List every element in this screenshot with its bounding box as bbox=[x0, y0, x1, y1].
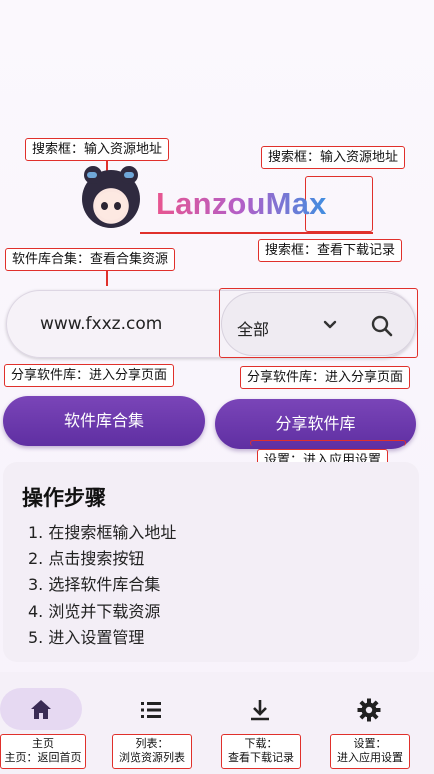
annotation-search-download-record: 搜索框：查看下载记录 bbox=[258, 239, 403, 262]
annotation-share-right: 分享软件库：进入分享页面 bbox=[240, 366, 411, 389]
home-icon[interactable] bbox=[28, 697, 54, 723]
nav-settings-desc: 进入应用设置 bbox=[337, 751, 403, 765]
nav-settings-title: 设置： bbox=[353, 737, 387, 750]
step-item: 3. 选择软件库合集 bbox=[28, 575, 161, 594]
step-item: 5. 进入设置管理 bbox=[28, 628, 145, 647]
collection-button[interactable]: 软件库合集 bbox=[3, 396, 205, 446]
nav-list-title: 列表： bbox=[135, 737, 169, 750]
download-icon[interactable] bbox=[247, 697, 273, 723]
nav-download-desc: 查看下载记录 bbox=[228, 751, 294, 765]
nav-home-desc: 主页：返回首页 bbox=[4, 751, 82, 765]
nav-list-desc: 浏览资源列表 bbox=[119, 751, 185, 765]
annotation-search-top-right: 搜索框：输入资源地址 bbox=[261, 146, 406, 169]
chevron-down-icon[interactable] bbox=[322, 317, 338, 333]
annotation-search-top-left: 搜索框：输入资源地址 bbox=[25, 138, 170, 161]
step-item: 2. 点击搜索按钮 bbox=[28, 549, 145, 568]
annotation-collection-view: 软件库合集：查看合集资源 bbox=[5, 248, 176, 271]
annotation-highlight-box bbox=[250, 440, 406, 446]
brand-title: LanzouMax bbox=[156, 186, 327, 221]
step-item: 1. 在搜索框输入地址 bbox=[28, 523, 177, 542]
gear-icon[interactable] bbox=[356, 697, 382, 723]
annotation-share-left: 分享软件库：进入分享页面 bbox=[4, 364, 175, 387]
nav-list-label[interactable]: 列表： 浏览资源列表 bbox=[112, 734, 192, 769]
nav-home-title: 主页 bbox=[32, 737, 54, 750]
annotation-connector bbox=[140, 232, 373, 234]
annotation-connector bbox=[106, 271, 108, 286]
nav-download-title: 下载： bbox=[244, 737, 278, 750]
nav-download-label[interactable]: 下载： 查看下载记录 bbox=[221, 734, 301, 769]
category-filter-value: 全部 bbox=[237, 320, 270, 339]
mascot-logo bbox=[82, 166, 140, 228]
search-input-value: www.fxxz.com bbox=[40, 314, 163, 334]
steps-title: 操作步骤 bbox=[22, 486, 106, 510]
step-item: 4. 浏览并下载资源 bbox=[28, 602, 161, 621]
list-icon[interactable] bbox=[138, 697, 164, 723]
nav-settings-label[interactable]: 设置： 进入应用设置 bbox=[330, 734, 410, 769]
nav-home-label[interactable]: 主页 主页：返回首页 bbox=[0, 734, 86, 769]
search-icon[interactable] bbox=[370, 314, 394, 338]
